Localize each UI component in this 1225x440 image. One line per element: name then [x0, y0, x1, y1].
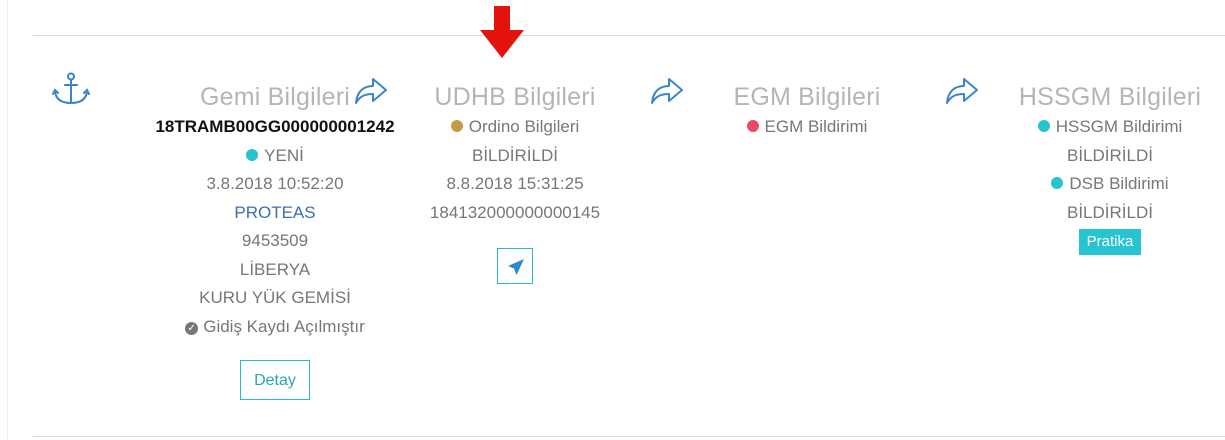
- egm-bilgileri-section: EGM Bilgileri EGM Bildirimi: [707, 82, 907, 142]
- anchor-icon: [52, 72, 90, 105]
- flag-text: LİBERYA: [239, 259, 311, 279]
- egm-notification-line: EGM Bildirimi: [707, 113, 907, 142]
- departure-text: Gidiş Kaydı Açılmıştır: [203, 316, 365, 336]
- hssgm-status-text: BİLDİRİLDİ: [1067, 145, 1153, 165]
- hssgm-notification-line: HSSGM Bildirimi: [1005, 113, 1215, 142]
- red-down-arrow-icon: [480, 6, 524, 58]
- section-title: UDHB Bilgileri: [434, 83, 596, 111]
- ordino-number: 184132000000000145: [429, 202, 601, 222]
- ordino-line: Ordino Bilgileri: [410, 113, 620, 142]
- detail-button[interactable]: Detay: [240, 360, 310, 400]
- top-divider: [33, 35, 1225, 36]
- ship-type-text: KURU YÜK GEMİSİ: [199, 288, 351, 307]
- pratika-badge: Pratika: [1078, 229, 1142, 255]
- dsb-status-text: BİLDİRİLDİ: [1067, 202, 1153, 222]
- hssgm-bilgileri-section: HSSGM Bilgileri HSSGM Bildirimi BİLDİRİL…: [1005, 82, 1215, 256]
- status-dot-icon: [246, 148, 259, 161]
- section-title: EGM Bilgileri: [733, 83, 881, 111]
- imo-number: 9453509: [241, 231, 309, 250]
- hssgm-notification-text: HSSGM Bildirimi: [1055, 117, 1183, 136]
- share-icon: [946, 78, 978, 104]
- reference-number: 18TRAMB00GG000000001242: [155, 117, 395, 136]
- date-text: 3.8.2018 10:52:20: [206, 174, 344, 193]
- gemi-bilgileri-section: Gemi Bilgileri 18TRAMB00GG000000001242 Y…: [110, 82, 440, 400]
- left-border: [7, 0, 8, 440]
- ordino-text: Ordino Bilgileri: [468, 117, 580, 136]
- status-text: BİLDİRİLDİ: [472, 145, 558, 165]
- dsb-notification-line: DSB Bildirimi: [1005, 170, 1215, 199]
- send-button[interactable]: [497, 248, 533, 284]
- date-text: 8.8.2018 15:31:25: [446, 174, 584, 193]
- status-dot-icon: [1037, 120, 1050, 132]
- status-text: YENİ: [264, 145, 304, 165]
- check-circle-icon: ✓: [185, 321, 199, 335]
- bottom-divider: [33, 436, 1225, 437]
- share-icon: [651, 78, 683, 104]
- status-dot-icon: [1051, 177, 1064, 189]
- section-title: HSSGM Bilgileri: [1018, 83, 1202, 111]
- status-dot-icon: [746, 120, 759, 132]
- egm-notification-text: EGM Bildirimi: [764, 117, 868, 136]
- paper-plane-icon: [508, 259, 524, 275]
- departure-line: ✓ Gidiş Kaydı Açılmıştır: [110, 313, 440, 342]
- ship-name-link[interactable]: PROTEAS: [110, 199, 440, 228]
- status-line: YENİ: [110, 142, 440, 171]
- udhb-bilgileri-section: UDHB Bilgileri Ordino Bilgileri BİLDİRİL…: [410, 82, 620, 294]
- dsb-notification-text: DSB Bildirimi: [1069, 174, 1169, 193]
- status-dot-icon: [450, 120, 463, 132]
- section-title: Gemi Bilgileri: [199, 83, 351, 111]
